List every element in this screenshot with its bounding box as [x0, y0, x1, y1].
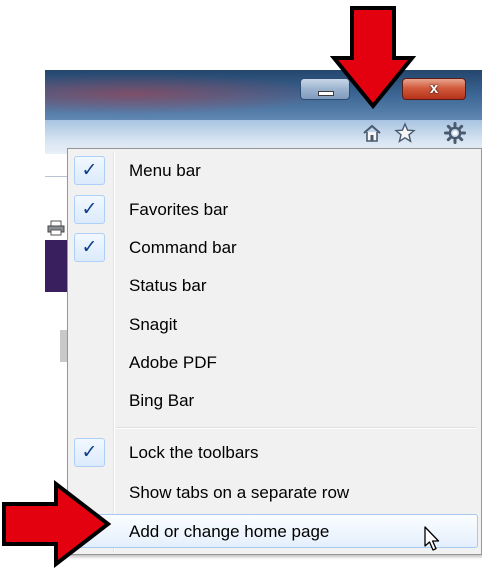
menu-item-label: Snagit: [129, 315, 178, 334]
menu-item-lock-toolbars[interactable]: ✓ Lock the toolbars: [71, 436, 478, 470]
check-icon: ✓: [74, 233, 105, 262]
menu-item-label: Bing Bar: [129, 391, 195, 410]
menu-item-menu-bar[interactable]: ✓ Menu bar: [71, 154, 478, 188]
check-icon: ✓: [74, 156, 105, 185]
page-divider: [45, 176, 69, 177]
menu-item-snagit[interactable]: Snagit: [71, 308, 478, 342]
menu-item-favorites-bar[interactable]: ✓ Favorites bar: [71, 193, 478, 227]
annotation-arrow-right-icon: [2, 480, 112, 568]
menu-item-command-bar[interactable]: ✓ Command bar: [71, 231, 478, 265]
menu-item-add-change-home-page[interactable]: Add or change home page: [71, 514, 478, 548]
menu-item-label: Adobe PDF: [129, 353, 217, 372]
annotation-arrow-down-icon: [330, 6, 416, 110]
tools-gear-icon[interactable]: [444, 122, 466, 144]
menu-item-label: Command bar: [129, 238, 237, 257]
menu-item-label: Menu bar: [129, 161, 201, 180]
printer-icon[interactable]: [47, 220, 65, 236]
menu-item-adobe-pdf[interactable]: Adobe PDF: [71, 346, 478, 380]
menu-item-bing-bar[interactable]: Bing Bar: [71, 384, 478, 418]
menu-separator: [116, 427, 476, 429]
menu-item-label: Favorites bar: [129, 200, 229, 219]
check-icon: ✓: [74, 195, 105, 224]
menu-item-label: Lock the toolbars: [129, 443, 259, 462]
home-icon[interactable]: [361, 122, 383, 144]
mouse-cursor-icon: [424, 526, 440, 551]
check-icon: ✓: [74, 438, 105, 467]
toolbars-context-menu: ✓ Menu bar ✓ Favorites bar ✓ Command bar…: [67, 148, 482, 555]
menu-item-label: Show tabs on a separate row: [129, 483, 350, 502]
page-banner: [45, 240, 69, 292]
close-icon: x: [429, 80, 439, 97]
favorites-star-icon[interactable]: [394, 122, 416, 144]
menu-item-label: Add or change home page: [129, 522, 330, 541]
menu-item-status-bar[interactable]: Status bar: [71, 269, 478, 303]
menu-item-label: Status bar: [129, 276, 207, 295]
menu-item-show-tabs-separate-row[interactable]: Show tabs on a separate row: [71, 476, 478, 510]
